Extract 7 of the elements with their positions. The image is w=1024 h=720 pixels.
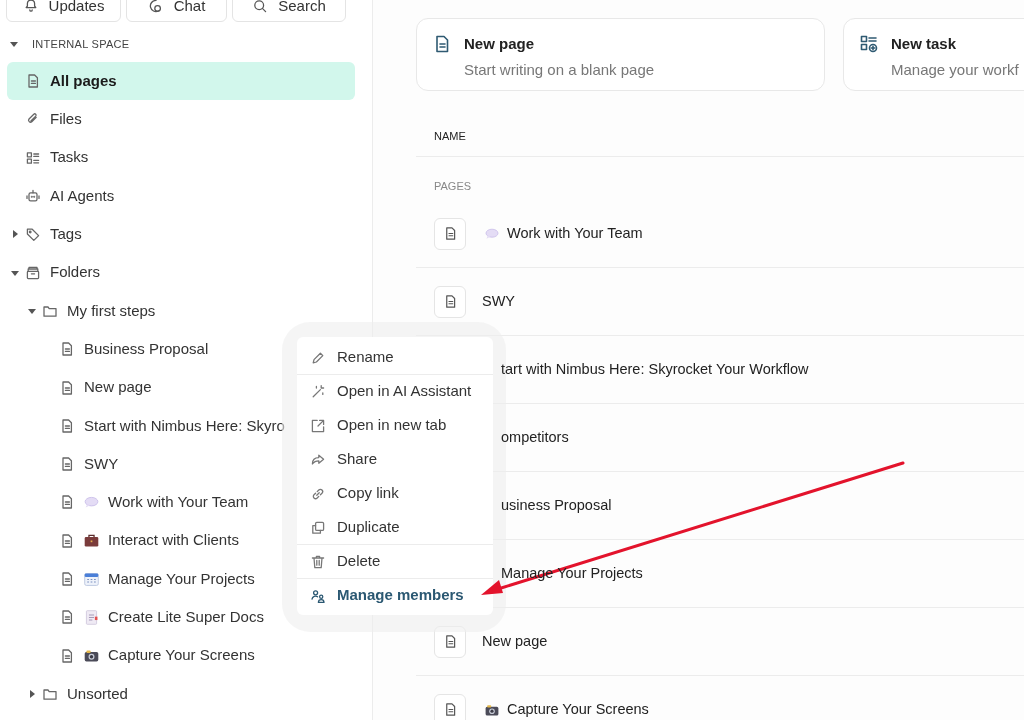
card-subtitle: Manage your workf (891, 59, 1019, 80)
card-title: New page (464, 34, 536, 54)
section-label: INTERNAL SPACE (32, 36, 130, 52)
card-subtitle: Start writing on a blank page (464, 59, 655, 80)
column-header: NAME (434, 128, 466, 144)
card-title: New task (891, 34, 958, 54)
section-label: PAGES (434, 178, 472, 194)
